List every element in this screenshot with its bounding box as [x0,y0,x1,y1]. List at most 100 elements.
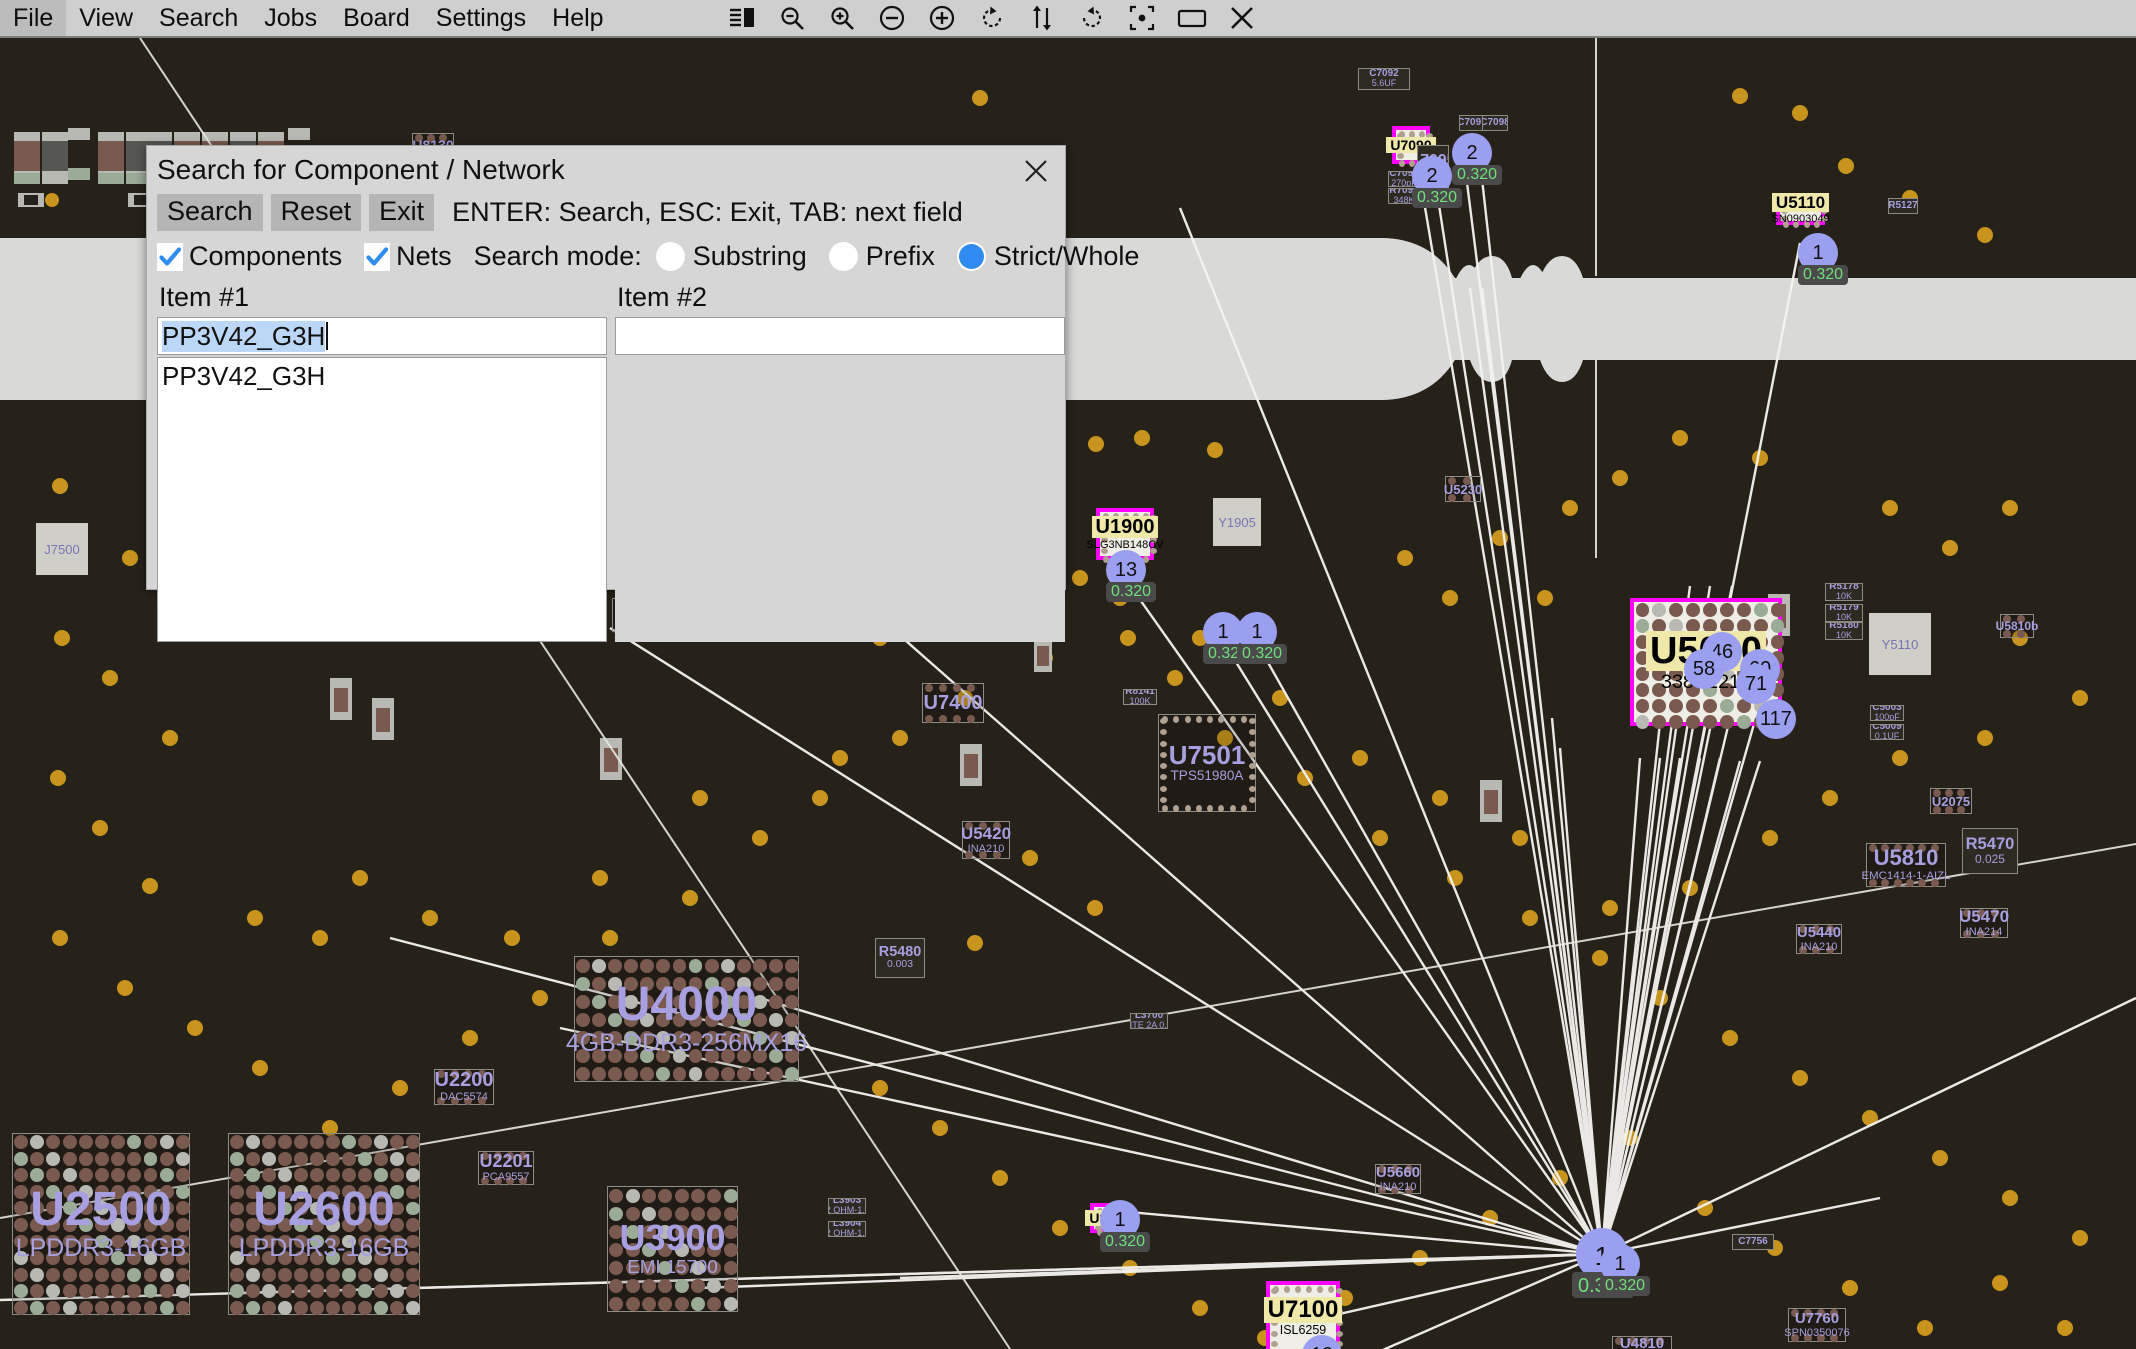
board-component[interactable]: U5420 INA210 [961,821,1011,859]
board-component[interactable]: U2200 DAC5574 [434,1069,494,1105]
board-resistor[interactable]: R5178 10K [1825,583,1863,601]
components-checkbox[interactable] [157,242,183,271]
dialog-titlebar: Search for Component / Network [147,146,1065,194]
dialog-close-icon[interactable] [1019,154,1053,188]
board-component[interactable]: U7400 [922,683,984,723]
item1-input-value: PP3V42_G3H [162,320,326,352]
text-caret [326,322,329,351]
item2-results-list[interactable] [615,357,1065,643]
pin-net-value: 0.320 [1452,165,1503,185]
nets-checkbox[interactable] [364,242,391,271]
board-component[interactable]: U4000 4GB-DDR3-256MX16 [566,956,807,1082]
net-pin-badge[interactable]: 1 0.320 [1237,612,1288,664]
part-ref: C7098 [1483,117,1507,128]
item2-input[interactable] [615,317,1065,356]
radio-substring[interactable] [655,242,685,272]
fit-window-icon[interactable] [1177,3,1207,33]
search-dialog[interactable]: Search for Component / Network Search Re… [146,145,1139,643]
minus-circle-icon[interactable] [877,3,907,33]
menu-settings[interactable]: Settings [423,0,539,36]
menu-file[interactable]: File [0,0,67,36]
part-ref: R5470 [1965,834,2015,854]
component-pads [1446,477,1480,502]
exit-button[interactable]: Exit [369,194,435,232]
plus-circle-icon[interactable] [927,3,957,33]
rotate-ccw-icon[interactable] [977,3,1007,33]
board-component[interactable]: U5110 SN0903049 [1771,192,1830,228]
board-component[interactable]: U3900 EMI 15700 [607,1186,738,1312]
menu-search[interactable]: Search [146,0,251,36]
zoom-in-glass-icon[interactable] [827,3,857,33]
menu-jobs[interactable]: Jobs [251,0,330,36]
board-resistor[interactable]: R8141 100K [1123,689,1157,705]
board-capacitor[interactable]: C5003 100pF [1870,705,1904,721]
board-resistor[interactable]: R5180 10K [1825,622,1863,640]
pin-number-bubble: 12 [1302,1335,1342,1349]
component-pads [2001,615,2033,638]
board-component[interactable]: U2600 LPDDR3-16GB [228,1133,420,1315]
board-component[interactable]: U5470 INA214 [1959,908,2009,938]
board-component[interactable]: U2500 LPDDR3-16GB [12,1133,190,1315]
board-component[interactable]: U5660 INA210 [1375,1164,1421,1194]
application-window: File View Search Jobs Board Settings Hel… [0,0,2136,1349]
flip-vertical-icon[interactable] [1027,3,1057,33]
zoom-out-glass-icon[interactable] [777,3,807,33]
board-component[interactable]: U481074LVC1G08C-3505 [1612,1336,1672,1349]
board-inductor[interactable]: L3700FERRITE 2A 0.1OHM [1130,1013,1168,1029]
dialog-body: Search Reset Exit ENTER: Search, ESC: Ex… [147,194,1139,643]
board-connector[interactable]: J7500 [36,523,88,575]
center-target-icon[interactable] [1127,3,1157,33]
pin-net-value: 0.320 [1106,582,1157,602]
board-capacitor[interactable]: C7092 5.6UF [1358,68,1410,90]
board-component[interactable]: U2075 [1930,788,1972,814]
board-capacitor[interactable]: C7098 [1482,115,1508,131]
menu-board[interactable]: Board [330,0,423,36]
board-resistor[interactable]: R5480 0.003 [875,938,925,978]
board-component[interactable]: U2201 PCA9557 [478,1151,534,1185]
board-capacitor[interactable]: C5009 0.1UF [1870,724,1904,740]
board-resistor[interactable]: R5179 10K [1825,604,1863,622]
net-pin-badge[interactable]: 1 0.320 [1600,1244,1651,1296]
board-inductor[interactable]: L39042.2 OHM-1.5A [828,1221,866,1237]
board-resistor[interactable]: R5127 [1888,198,1918,214]
board-connector[interactable]: Y1905 [1213,498,1261,546]
radio-prefix[interactable] [828,242,858,272]
board-inductor[interactable]: L39032.2 OHM-1.5A [828,1198,866,1214]
board-capacitor[interactable]: C7756 [1732,1234,1774,1250]
menu-help[interactable]: Help [539,0,616,36]
menu-view[interactable]: View [66,0,146,36]
radio-strict-whole[interactable] [956,242,986,272]
board-component[interactable]: U5810 EMC1414-1-AIZL [1862,843,1951,887]
item1-results-list[interactable]: PP3V42_G3H [157,357,607,643]
board-component[interactable]: U5810b [1996,614,2038,638]
search-button[interactable]: Search [157,194,263,232]
close-icon[interactable] [1227,3,1257,33]
component-pads [1789,1309,1845,1342]
board-component[interactable]: U5440 INA210 [1796,924,1842,954]
toggle-panel-icon[interactable] [727,3,757,33]
rotate-cw-icon[interactable] [1077,3,1107,33]
net-pin-badge[interactable]: 1 0.320 [1100,1200,1151,1252]
item1-input[interactable]: PP3V42_G3H [157,317,607,356]
list-item[interactable]: PP3V42_G3H [158,358,606,392]
reset-button[interactable]: Reset [270,194,362,232]
board-resistor[interactable]: R5470 0.025 [1962,828,2018,874]
net-pin-badge[interactable]: 2 0.320 [1452,133,1503,185]
board-component[interactable]: U5230 [1444,476,1482,502]
net-pin-badge[interactable]: 58 [1684,649,1724,689]
component-pads [1613,1337,1671,1349]
net-pin-badge[interactable]: 1 0.320 [1798,233,1849,285]
dialog-title: Search for Component / Network [157,154,565,185]
keyboard-hint-text: ENTER: Search, ESC: Exit, TAB: next fiel… [452,197,963,228]
board-component[interactable]: U7501 TPS51980A [1158,714,1256,812]
board-component[interactable]: U7760 SPN0350076 [1784,1308,1850,1342]
item2-header: Item #2 [617,282,708,313]
part-value: 0.1UF [1874,731,1900,740]
net-pin-badge[interactable]: 13 0.320 [1106,550,1157,602]
menubar: File View Search Jobs Board Settings Hel… [0,0,2136,38]
net-pin-badge[interactable]: 117 [1756,699,1796,739]
net-pin-badge[interactable]: 12 [1302,1335,1342,1349]
board-connector[interactable]: Y5110 [1869,613,1931,675]
component-pads [575,957,799,1081]
net-pin-badge[interactable]: 71 [1736,664,1776,704]
